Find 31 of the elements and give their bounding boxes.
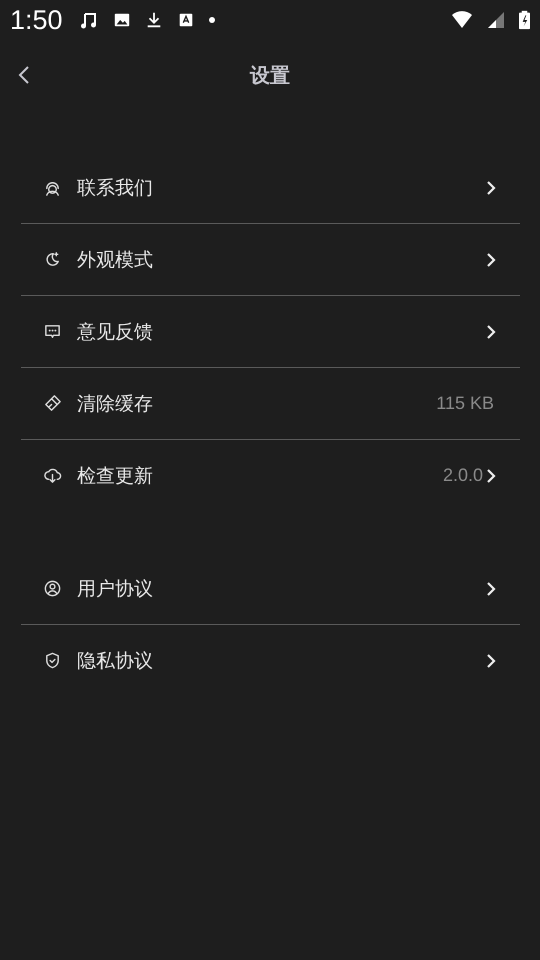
shield-icon: [43, 651, 62, 670]
row-value: 115 KB: [436, 393, 494, 414]
signal-icon: [487, 11, 505, 29]
row-value: 2.0.0: [442, 465, 483, 486]
row-label: 清除缓存: [77, 392, 154, 416]
row-label: 外观模式: [77, 248, 154, 272]
row-label: 联系我们: [77, 176, 154, 200]
status-time: 1:50: [10, 4, 63, 36]
settings-row[interactable]: 用户协议: [21, 553, 520, 625]
user-circle-icon: [43, 579, 62, 598]
message-icon: [43, 322, 62, 341]
row-label: 隐私协议: [77, 648, 154, 674]
page-title: 设置: [250, 62, 290, 88]
battery-icon: [519, 10, 530, 30]
wifi-icon: [451, 11, 473, 29]
settings-row[interactable]: 联系我们: [21, 152, 520, 224]
music-note-icon: [78, 10, 99, 30]
row-label: 检查更新: [77, 464, 154, 488]
cloud-download-icon: [43, 466, 62, 485]
settings-row[interactable]: 外观模式: [21, 224, 520, 296]
image-icon: [112, 11, 131, 29]
broom-icon: [43, 394, 62, 413]
settings-row[interactable]: 清除缓存 115 KB: [21, 368, 520, 440]
settings-row[interactable]: 隐私协议: [21, 625, 520, 696]
row-label: 用户协议: [77, 576, 154, 602]
dot-icon: [208, 17, 215, 23]
settings-row[interactable]: 意见反馈: [21, 296, 520, 368]
download-icon: [144, 11, 163, 29]
settings-row[interactable]: 检查更新 2.0.0: [21, 440, 520, 511]
font-icon: [176, 11, 195, 29]
row-label: 意见反馈: [77, 320, 154, 344]
